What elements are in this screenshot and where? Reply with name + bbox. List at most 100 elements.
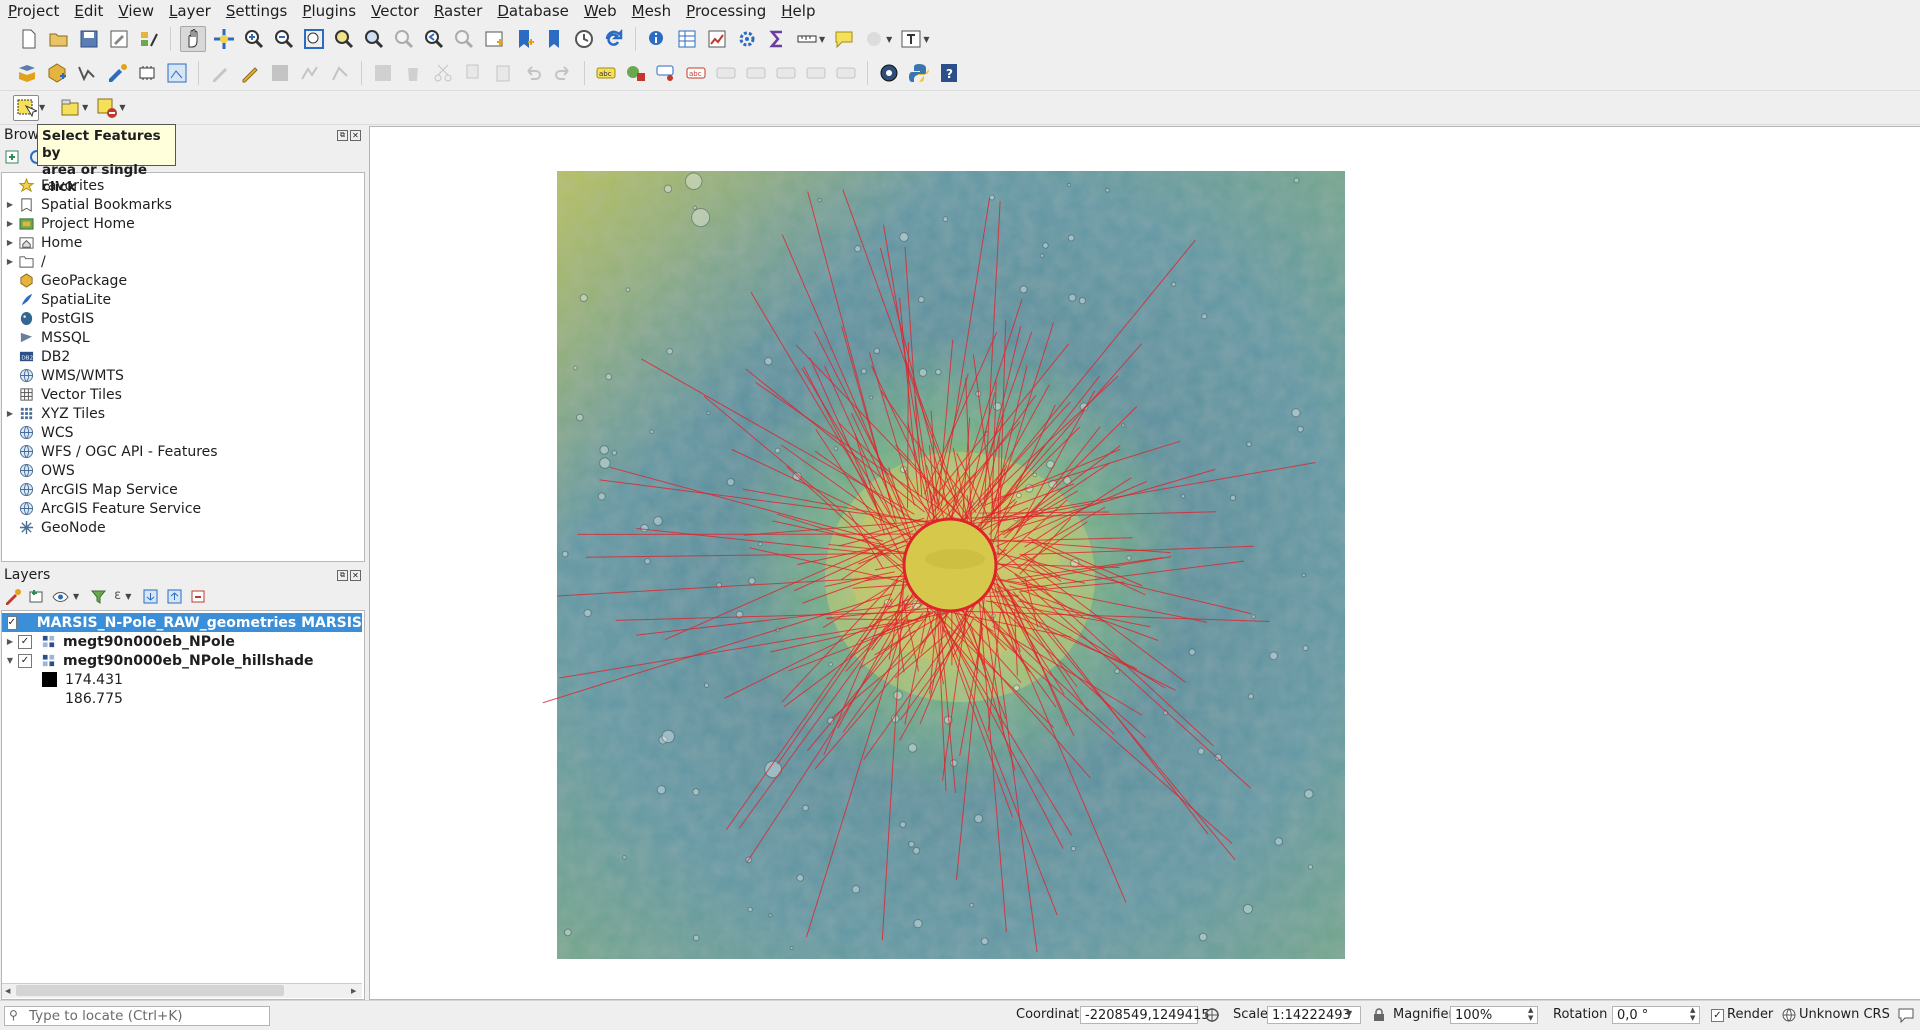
menu-plugins[interactable]: Plugins	[294, 0, 363, 22]
zoom-native-icon[interactable]	[392, 27, 416, 51]
collapse-all-icon[interactable]	[166, 588, 183, 605]
zoom-full-icon[interactable]	[302, 27, 326, 51]
map-tips-icon[interactable]	[832, 27, 856, 51]
render-checkbox[interactable]: ✓	[1711, 1009, 1724, 1022]
add-selected-layers-icon[interactable]	[4, 148, 22, 166]
label-show-icon[interactable]	[804, 61, 828, 85]
menu-help[interactable]: Help	[773, 0, 822, 22]
new-bookmark-icon[interactable]	[512, 27, 536, 51]
scroll-right-icon[interactable]: ▶	[351, 987, 356, 995]
layer-row[interactable]: ▼✓megt90n000eb_NPole_hillshade	[2, 651, 362, 670]
menu-database[interactable]: Database	[489, 0, 576, 22]
layer-visibility-checkbox[interactable]: ✓	[18, 654, 32, 668]
label-pin-icon[interactable]	[654, 61, 678, 85]
menu-vector[interactable]: Vector	[363, 0, 426, 22]
attribute-table-icon[interactable]	[675, 27, 699, 51]
expand-arrow-icon[interactable]: ▼	[2, 656, 18, 665]
layout-icon[interactable]	[165, 61, 189, 85]
zoom-layer-icon[interactable]	[362, 27, 386, 51]
visibility-dropdown-icon[interactable]: ▼	[73, 592, 79, 601]
rotation-spin-icon[interactable]: ▲▼	[1690, 1006, 1695, 1022]
deselect-icon[interactable]	[95, 96, 119, 120]
label-rotate-icon[interactable]	[744, 61, 768, 85]
statistics-icon[interactable]	[705, 27, 729, 51]
zoom-last-icon[interactable]	[422, 27, 446, 51]
help-icon[interactable]: ?	[937, 61, 961, 85]
diagram-icon[interactable]	[624, 61, 648, 85]
browser-item[interactable]: WFS / OGC API - Features	[2, 442, 218, 461]
python-console-icon[interactable]	[907, 61, 931, 85]
close-panel-icon[interactable]: ✕	[350, 570, 361, 581]
browser-item[interactable]: DB2DB2	[2, 347, 70, 366]
browser-item[interactable]: ArcGIS Feature Service	[2, 499, 201, 518]
label-properties-icon[interactable]	[834, 61, 858, 85]
style-manager-icon[interactable]	[137, 27, 161, 51]
new-map-view-icon[interactable]	[482, 27, 506, 51]
save-as-icon[interactable]	[107, 27, 131, 51]
expand-arrow-icon[interactable]: ▶	[2, 637, 18, 646]
expand-arrow-icon[interactable]: ▶	[2, 238, 18, 247]
menu-mesh[interactable]: Mesh	[624, 0, 679, 22]
menu-raster[interactable]: Raster	[426, 0, 489, 22]
open-project-icon[interactable]	[47, 27, 71, 51]
browser-item[interactable]: GeoPackage	[2, 271, 127, 290]
select-features-dropdown-icon[interactable]: ▼	[39, 103, 45, 112]
expand-arrow-icon[interactable]: ▶	[2, 219, 18, 228]
float-panel-icon[interactable]: ⧉	[337, 130, 348, 141]
data-source-manager-icon[interactable]	[15, 61, 39, 85]
locate-bar[interactable]: ⚲ Type to locate (Ctrl+K)	[4, 1006, 270, 1026]
browser-item[interactable]: ArcGIS Map Service	[2, 480, 178, 499]
label-hide-icon[interactable]: abc	[684, 61, 708, 85]
menu-project[interactable]: Project	[0, 0, 66, 22]
visibility-icon[interactable]	[52, 588, 69, 605]
measure-dropdown-icon[interactable]: ▼	[819, 35, 825, 44]
float-panel-icon[interactable]: ⧉	[337, 570, 348, 581]
browser-item[interactable]: MSSQL	[2, 328, 90, 347]
style-panel-icon[interactable]	[4, 588, 21, 605]
text-annotation-icon[interactable]	[899, 27, 923, 51]
new-geopackage-icon[interactable]	[45, 61, 69, 85]
vertex-tool-icon[interactable]	[328, 61, 352, 85]
browser-item[interactable]: WMS/WMTS	[2, 366, 124, 385]
expand-arrow-icon[interactable]: ▶	[2, 409, 18, 418]
zoom-in-icon[interactable]	[242, 27, 266, 51]
scroll-thumb[interactable]	[16, 985, 284, 996]
zoom-out-icon[interactable]	[272, 27, 296, 51]
browser-item[interactable]: WCS	[2, 423, 74, 442]
measure-icon[interactable]	[795, 27, 819, 51]
show-bookmarks-icon[interactable]	[542, 27, 566, 51]
modify-attributes-icon[interactable]	[371, 61, 395, 85]
identify-icon[interactable]	[645, 27, 669, 51]
magnifier-field[interactable]: 100%	[1450, 1006, 1538, 1024]
select-by-value-icon[interactable]	[58, 96, 82, 120]
save-edits-icon[interactable]	[268, 61, 292, 85]
pan-to-selection-icon[interactable]	[212, 27, 236, 51]
map-canvas[interactable]	[369, 126, 1920, 1000]
digitize-icon[interactable]	[105, 61, 129, 85]
browser-item[interactable]: OWS	[2, 461, 75, 480]
temporal-controller-icon[interactable]	[572, 27, 596, 51]
remove-layer-icon[interactable]	[190, 588, 207, 605]
browser-item[interactable]: ▶Home	[2, 233, 82, 252]
copy-icon[interactable]	[461, 61, 485, 85]
expression-filter-icon[interactable]: ε	[114, 588, 121, 605]
select-by-value-dropdown-icon[interactable]: ▼	[82, 103, 88, 112]
new-project-icon[interactable]	[17, 27, 41, 51]
add-feature-icon[interactable]	[298, 61, 322, 85]
menu-view[interactable]: View	[110, 0, 161, 22]
paste-icon[interactable]	[491, 61, 515, 85]
toggle-editing-icon[interactable]	[238, 61, 262, 85]
layer-visibility-checkbox[interactable]: ✓	[7, 616, 17, 630]
scroll-left-icon[interactable]: ◀	[5, 987, 10, 995]
expression-dropdown-icon[interactable]: ▼	[125, 592, 131, 601]
text-annotation-dropdown-icon[interactable]: ▼	[923, 35, 929, 44]
browser-item[interactable]: GeoNode	[2, 518, 106, 537]
browser-item[interactable]: ▶Project Home	[2, 214, 135, 233]
coordinate-field[interactable]: -2208549,1249415	[1080, 1006, 1198, 1024]
plugin-icon[interactable]	[135, 61, 159, 85]
browser-item[interactable]: Vector Tiles	[2, 385, 122, 404]
browser-item[interactable]: ▶XYZ Tiles	[2, 404, 105, 423]
sum-icon[interactable]	[765, 27, 789, 51]
crs-label[interactable]: Unknown CRS	[1799, 1005, 1890, 1025]
toggle-extents-icon[interactable]	[1204, 1007, 1220, 1023]
